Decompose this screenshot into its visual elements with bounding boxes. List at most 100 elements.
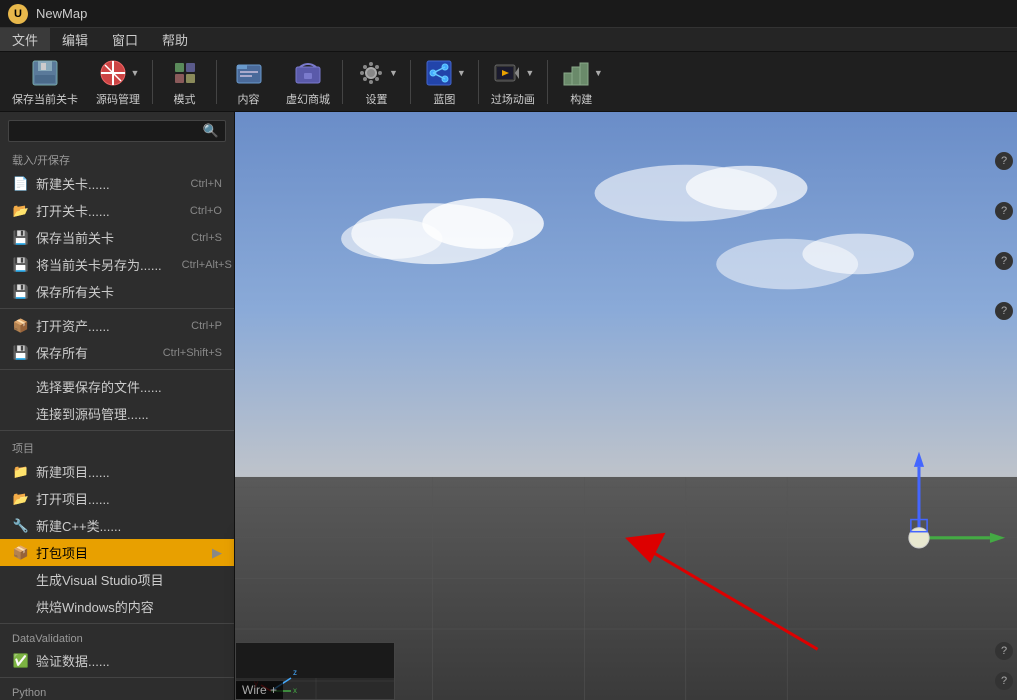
divider-5 (0, 677, 234, 678)
menu-validate-label: 验证数据...... (36, 651, 110, 670)
toolbar-separator-6 (547, 60, 548, 104)
toolbar-save[interactable]: 保存当前关卡 (4, 53, 86, 111)
menu-open-level-label: 打开关卡...... (36, 201, 110, 220)
toolbar-settings-label: 设置 (365, 91, 387, 107)
save-all-icon: 💾 (12, 344, 30, 362)
divider-1 (0, 308, 234, 309)
file-menu: 🔍 载入/开保存 📄 新建关卡...... Ctrl+N 📂 打开关卡.....… (0, 112, 234, 700)
search-icon: 🔍 (203, 123, 219, 139)
menu-connect-source-label: 连接到源码管理...... (36, 404, 149, 423)
open-project-icon: 📂 (12, 490, 30, 508)
help-circle-6[interactable]: ? (995, 672, 1013, 690)
menu-open-project[interactable]: 📂 打开项目...... (0, 485, 234, 512)
menu-save-all-label: 保存所有 (36, 343, 88, 362)
toolbar-modes[interactable]: 模式 (157, 53, 212, 111)
divider-2 (0, 369, 234, 370)
menu-save-all-levels[interactable]: 💾 保存所有关卡 (0, 278, 234, 305)
search-container: 🔍 (8, 120, 226, 142)
save-icon (29, 57, 61, 89)
blueprint-icon (423, 57, 455, 89)
help-circle-5[interactable]: ? (995, 642, 1013, 660)
menu-help[interactable]: 帮助 (150, 28, 200, 51)
save-as-icon: 💾 (12, 256, 30, 274)
toolbar-content-label: 内容 (238, 91, 260, 107)
gen-vs-icon (12, 571, 30, 589)
choose-save-icon (12, 378, 30, 396)
menu-open-project-label: 打开项目...... (36, 489, 110, 508)
search-input[interactable] (15, 124, 203, 138)
menu-package-project[interactable]: 📦 打包项目 ▶ Android ▶ (0, 539, 234, 566)
menu-window[interactable]: 窗口 (100, 28, 150, 51)
menu-gen-vs-label: 生成Visual Studio项目 (36, 570, 164, 589)
save-as-shortcut: Ctrl+Alt+S (162, 259, 232, 271)
viewport-area: ▼ ✓ 透视 ✓ 光照 显示 (235, 112, 1017, 700)
window-title: NewMap (36, 6, 87, 21)
menu-open-asset[interactable]: 📦 打开资产...... Ctrl+P (0, 312, 234, 339)
toolbar-cinematics-label: 过场动画 (491, 91, 535, 107)
package-arrow-icon: ▶ (212, 545, 222, 561)
open-level-shortcut: Ctrl+O (170, 205, 222, 217)
scene-background (235, 112, 1017, 700)
menu-new-level-label: 新建关卡...... (36, 174, 110, 193)
open-asset-shortcut: Ctrl+P (171, 320, 222, 332)
menu-open-level[interactable]: 📂 打开关卡...... Ctrl+O (0, 197, 234, 224)
settings-icon (355, 57, 387, 89)
menu-new-project[interactable]: 📁 新建项目...... (0, 458, 234, 485)
menu-new-cpp[interactable]: 🔧 新建C++类...... (0, 512, 234, 539)
menu-cook-windows-label: 烘焙Windows的内容 (36, 597, 154, 616)
toolbar-cinematics[interactable]: ▼ 过场动画 (483, 53, 543, 111)
toolbar-marketplace-label: 虚幻商城 (286, 91, 330, 107)
toolbar-modes-label: 模式 (174, 91, 196, 107)
menu-save-as[interactable]: 💾 将当前关卡另存为...... Ctrl+Alt+S (0, 251, 234, 278)
menu-new-level[interactable]: 📄 新建关卡...... Ctrl+N (0, 170, 234, 197)
menu-choose-save[interactable]: 选择要保存的文件...... (0, 373, 234, 400)
toolbar-source[interactable]: ▼ 源码管理 (88, 53, 148, 111)
help-circle-3[interactable]: ? (995, 252, 1013, 270)
toolbar-separator-5 (478, 60, 479, 104)
menu-choose-save-label: 选择要保存的文件...... (36, 377, 162, 396)
divider-3 (0, 430, 234, 431)
open-asset-icon: 📦 (12, 317, 30, 335)
save-current-shortcut: Ctrl+S (171, 232, 222, 244)
menu-gen-vs[interactable]: 生成Visual Studio项目 (0, 566, 234, 593)
toolbar-save-label: 保存当前关卡 (12, 91, 78, 107)
build-icon (560, 57, 592, 89)
left-panel: 🔍 载入/开保存 📄 新建关卡...... Ctrl+N 📂 打开关卡.....… (0, 112, 235, 700)
main-toolbar: 保存当前关卡 ▼ 源码管理 模式 (0, 52, 1017, 112)
menu-bar: 文件 编辑 窗口 帮助 (0, 28, 1017, 52)
new-level-icon: 📄 (12, 175, 30, 193)
toolbar-marketplace[interactable]: 虚幻商城 (278, 53, 338, 111)
cinematics-icon (491, 57, 523, 89)
cook-windows-icon (12, 598, 30, 616)
toolbar-content[interactable]: 内容 (221, 53, 276, 111)
save-current-icon: 💾 (12, 229, 30, 247)
help-circle-2[interactable]: ? (995, 202, 1013, 220)
menu-save-all[interactable]: 💾 保存所有 Ctrl+Shift+S (0, 339, 234, 366)
toolbar-build-label: 构建 (570, 91, 592, 107)
open-level-icon: 📂 (12, 202, 30, 220)
menu-validate[interactable]: ✅ 验证数据...... (0, 647, 234, 674)
svg-text:z: z (293, 668, 297, 677)
menu-save-as-label: 将当前关卡另存为...... (36, 255, 162, 274)
save-all-shortcut: Ctrl+Shift+S (143, 347, 222, 359)
new-cpp-icon: 🔧 (12, 517, 30, 535)
menu-save-current[interactable]: 💾 保存当前关卡 Ctrl+S (0, 224, 234, 251)
menu-cook-windows[interactable]: 烘焙Windows的内容 (0, 593, 234, 620)
menu-edit[interactable]: 编辑 (50, 28, 100, 51)
help-circle-4[interactable]: ? (995, 302, 1013, 320)
toolbar-separator-4 (410, 60, 411, 104)
menu-save-all-levels-label: 保存所有关卡 (36, 282, 114, 301)
toolbar-settings[interactable]: ▼ 设置 (347, 53, 406, 111)
menu-connect-source[interactable]: 连接到源码管理...... (0, 400, 234, 427)
new-level-shortcut: Ctrl+N (171, 178, 222, 190)
marketplace-icon (292, 57, 324, 89)
connect-source-icon (12, 405, 30, 423)
help-circle-1[interactable]: ? (995, 152, 1013, 170)
content-icon (233, 57, 265, 89)
toolbar-blueprint[interactable]: ▼ 蓝图 (415, 53, 474, 111)
toolbar-build[interactable]: ▼ 构建 (552, 53, 611, 111)
menu-file[interactable]: 文件 (0, 28, 50, 51)
section-python: Python (0, 681, 234, 700)
menu-save-current-label: 保存当前关卡 (36, 228, 114, 247)
package-project-icon: 📦 (12, 544, 30, 562)
